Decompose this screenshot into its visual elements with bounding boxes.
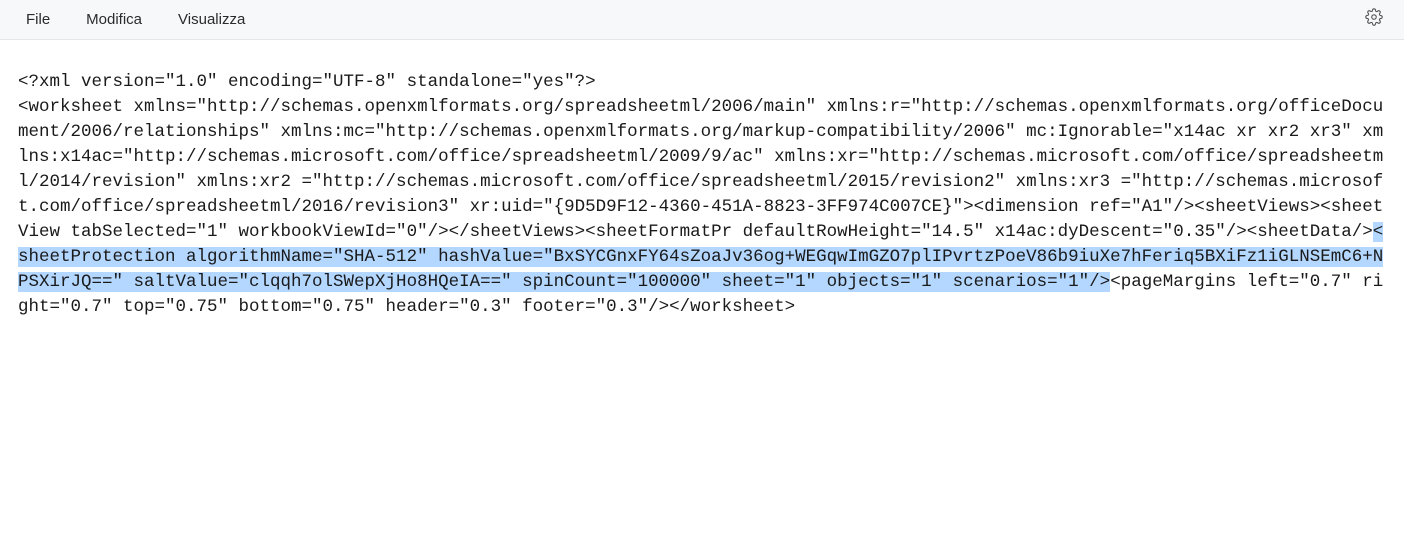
menu-view[interactable]: Visualizza [160,5,263,34]
menubar: File Modifica Visualizza [0,0,1404,40]
menu-edit[interactable]: Modifica [68,5,160,34]
gear-icon [1365,8,1383,31]
xml-text-before-selection: <?xml version="1.0" encoding="UTF-8" sta… [18,72,1383,242]
text-editor-content[interactable]: <?xml version="1.0" encoding="UTF-8" sta… [0,40,1404,338]
menu-file[interactable]: File [8,5,68,34]
settings-button[interactable] [1358,4,1390,36]
